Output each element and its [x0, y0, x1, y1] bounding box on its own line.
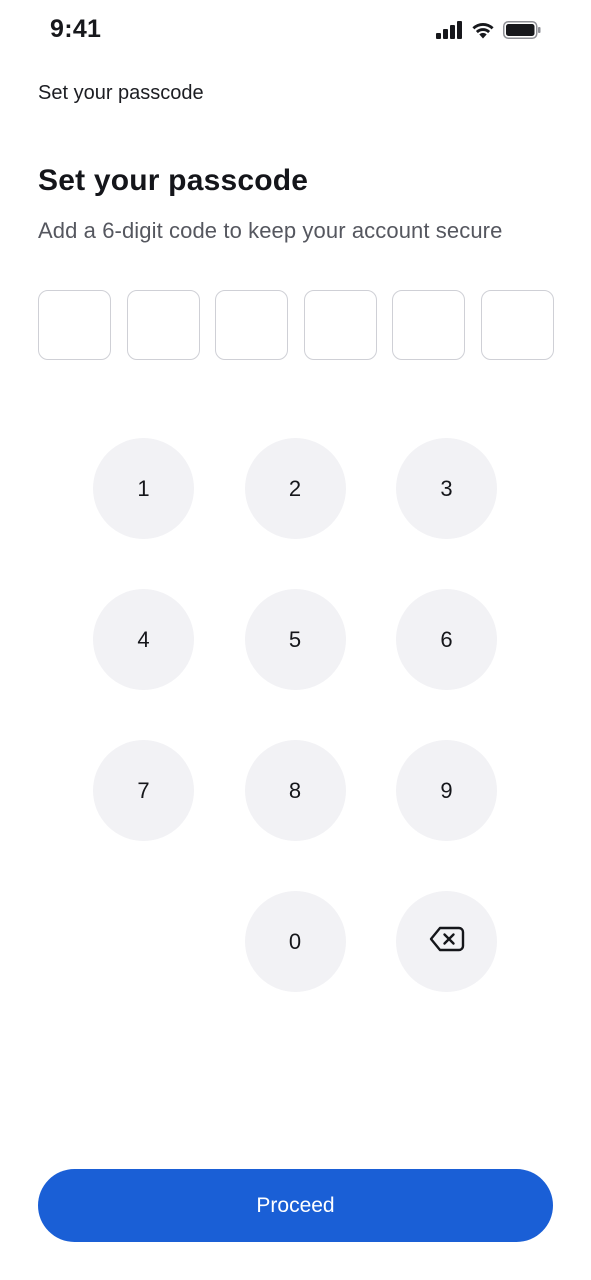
- passcode-digit-4[interactable]: [303, 290, 377, 360]
- status-icons: [436, 21, 541, 39]
- key-3[interactable]: 3: [396, 438, 497, 539]
- key-empty-slot: [93, 891, 194, 992]
- proceed-button[interactable]: Proceed: [38, 1169, 553, 1242]
- passcode-digit-5[interactable]: [392, 290, 466, 360]
- backspace-icon: [429, 925, 465, 959]
- key-7[interactable]: 7: [93, 740, 194, 841]
- passcode-digit-6[interactable]: [480, 290, 554, 360]
- key-0[interactable]: 0: [244, 891, 346, 992]
- key-4[interactable]: 4: [93, 589, 194, 690]
- nav-title: Set your passcode: [38, 82, 204, 104]
- key-5[interactable]: 5: [244, 589, 346, 690]
- key-1[interactable]: 1: [93, 438, 194, 539]
- status-time: 9:41: [50, 15, 102, 43]
- status-bar: 9:41: [0, 0, 591, 64]
- page-subtitle: Add a 6-digit code to keep your account …: [38, 218, 503, 243]
- key-8[interactable]: 8: [244, 740, 346, 841]
- numeric-keypad: 1 2 3 4 5 6 7 8 9 0: [93, 438, 497, 992]
- passcode-boxes: [38, 290, 554, 360]
- page-title: Set your passcode: [38, 164, 309, 197]
- passcode-digit-1[interactable]: [38, 290, 111, 360]
- key-6[interactable]: 6: [396, 589, 497, 690]
- battery-icon: [503, 21, 541, 39]
- passcode-digit-2[interactable]: [126, 290, 200, 360]
- key-2[interactable]: 2: [244, 438, 346, 539]
- wifi-icon: [471, 21, 495, 39]
- cellular-signal-icon: [436, 21, 463, 39]
- backspace-key[interactable]: [396, 891, 497, 992]
- passcode-digit-3[interactable]: [215, 290, 289, 360]
- key-9[interactable]: 9: [396, 740, 497, 841]
